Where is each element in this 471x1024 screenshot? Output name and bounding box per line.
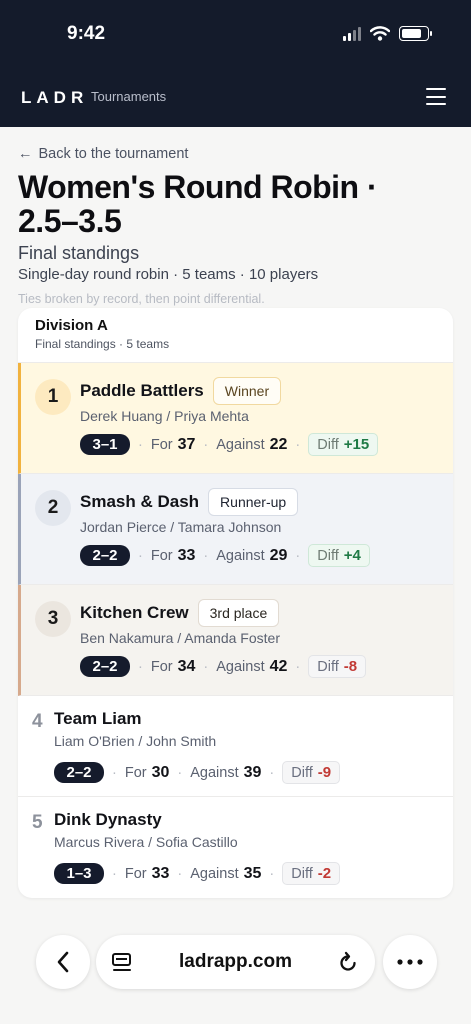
rank-number: 5 xyxy=(32,812,43,833)
team-players: Marcus Rivera / Sofia Castillo xyxy=(54,834,238,850)
standing-row-3[interactable]: 3 Kitchen Crew 3rd place Ben Nakamura / … xyxy=(18,585,453,696)
standing-row-4[interactable]: 4 Team Liam Liam O'Brien / John Smith 2–… xyxy=(18,696,453,797)
points-against-value: 29 xyxy=(269,546,288,564)
record-pill: 2–2 xyxy=(80,545,130,566)
diff-badge: Diff -2 xyxy=(282,862,341,885)
points-for-label: For xyxy=(150,436,173,453)
diff-badge: Diff +15 xyxy=(308,433,379,456)
points-against-label: Against xyxy=(216,658,265,675)
points-for-label: For xyxy=(150,547,173,564)
rank-badge: 1 xyxy=(35,379,71,415)
points-against-value: 35 xyxy=(243,864,262,882)
tournament-meta: Single-day round robin · 5 teams · 10 pl… xyxy=(18,266,319,283)
page-subtitle: Final standings xyxy=(18,243,140,263)
points-for-value: 34 xyxy=(177,657,196,675)
points-for-label: For xyxy=(124,764,147,781)
reload-icon[interactable] xyxy=(338,951,358,973)
rank-badge: 2 xyxy=(35,490,71,526)
brand-logo[interactable]: LADR xyxy=(21,88,88,108)
top-bar: 9:42 LADR Tournaments xyxy=(0,0,471,127)
back-link-label: Back to the tournament xyxy=(38,146,189,162)
record-pill: 3–1 xyxy=(80,434,130,455)
standing-row-1[interactable]: 1 Paddle Battlers Winner Derek Huang / P… xyxy=(18,363,453,474)
record-pill: 1–3 xyxy=(54,863,104,884)
points-against-label: Against xyxy=(190,865,239,882)
status-time: 9:42 xyxy=(67,23,106,44)
points-against-value: 42 xyxy=(269,657,288,675)
address-bar[interactable]: ladrapp.com xyxy=(96,935,375,989)
division-title: Division A xyxy=(35,317,108,334)
place-badge: Runner-up xyxy=(208,488,299,516)
url-text: ladrapp.com xyxy=(179,951,292,972)
battery-icon xyxy=(399,26,432,41)
points-against-label: Against xyxy=(216,436,265,453)
points-for-value: 33 xyxy=(177,546,196,564)
points-against-label: Against xyxy=(216,547,265,564)
points-against-label: Against xyxy=(190,764,239,781)
team-players: Ben Nakamura / Amanda Foster xyxy=(80,630,280,646)
rank-badge: 3 xyxy=(35,601,71,637)
status-icons xyxy=(343,26,432,41)
diff-badge: Diff -9 xyxy=(282,761,341,784)
more-button[interactable] xyxy=(383,935,437,989)
more-icon xyxy=(397,959,423,965)
wifi-icon xyxy=(370,26,390,41)
chevron-left-icon xyxy=(57,951,69,973)
points-for-value: 33 xyxy=(151,864,170,882)
browser-back-button[interactable] xyxy=(36,935,90,989)
points-against-value: 39 xyxy=(243,763,262,781)
team-name: Kitchen Crew xyxy=(80,603,189,622)
signal-icon xyxy=(343,26,361,41)
team-name: Dink Dynasty xyxy=(54,810,162,829)
menu-icon[interactable] xyxy=(426,88,446,105)
standing-row-5[interactable]: 5 Dink Dynasty Marcus Rivera / Sofia Cas… xyxy=(18,797,453,898)
back-link[interactable]: ← Back to the tournament xyxy=(18,146,188,162)
division-subtitle: Final standings · 5 teams xyxy=(35,337,170,351)
back-arrow-icon: ← xyxy=(18,146,33,162)
page-title: Women's Round Robin · 2.5–3.5 xyxy=(18,169,378,239)
rank-number: 4 xyxy=(32,711,43,732)
standing-row-2[interactable]: 2 Smash & Dash Runner-up Jordan Pierce /… xyxy=(18,474,453,585)
diff-badge: Diff +4 xyxy=(308,544,370,567)
place-badge: Winner xyxy=(212,377,282,405)
team-players: Derek Huang / Priya Mehta xyxy=(80,408,249,424)
tiebreak-note: Ties broken by record, then point differ… xyxy=(18,292,265,306)
record-pill: 2–2 xyxy=(54,762,104,783)
place-badge: 3rd place xyxy=(197,599,280,627)
nav-tournaments-link[interactable]: Tournaments xyxy=(91,89,166,104)
points-for-value: 37 xyxy=(177,435,196,453)
browser-toolbar: ladrapp.com xyxy=(0,918,471,1024)
record-pill: 2–2 xyxy=(80,656,130,677)
diff-badge: Diff -8 xyxy=(308,655,367,678)
points-for-label: For xyxy=(124,865,147,882)
division-header: Division A Final standings · 5 teams xyxy=(18,308,453,363)
team-name: Smash & Dash xyxy=(80,492,200,511)
team-players: Jordan Pierce / Tamara Johnson xyxy=(80,519,282,535)
team-name: Team Liam xyxy=(54,709,142,728)
points-against-value: 22 xyxy=(269,435,288,453)
points-for-label: For xyxy=(150,658,173,675)
team-players: Liam O'Brien / John Smith xyxy=(54,733,217,749)
standings-card: Division A Final standings · 5 teams 1 P… xyxy=(18,308,453,898)
points-for-value: 30 xyxy=(151,763,170,781)
team-name: Paddle Battlers xyxy=(80,381,204,400)
